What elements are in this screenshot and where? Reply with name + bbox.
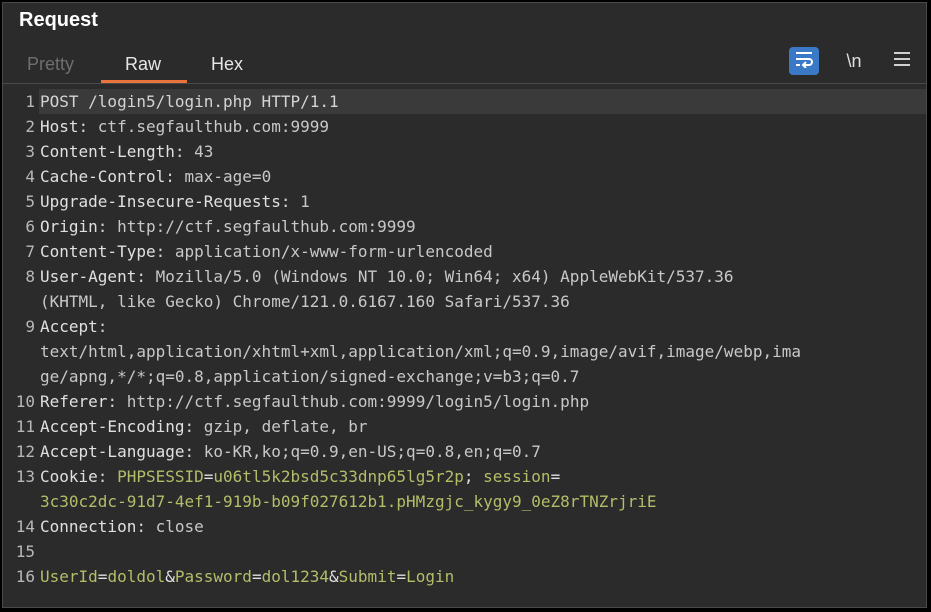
request-line: POST /login5/login.php HTTP/1.1: [40, 92, 339, 111]
header-name: Accept: [40, 317, 98, 336]
param-name: Submit: [338, 567, 397, 586]
line-number: 1: [25, 92, 35, 111]
header-value: 1: [300, 192, 310, 211]
wrap-lines-button[interactable]: [789, 47, 819, 75]
editor-line: 6 Origin: http://ctf.segfaulthub.com:999…: [3, 214, 926, 239]
line-number: 2: [25, 117, 35, 136]
header-value: ko-KR,ko;q=0.9,en-US;q=0.8,en;q=0.7: [203, 442, 541, 461]
cookie-value: u06tl5k2bsd5c33dnp65lg5r2p: [213, 467, 464, 486]
param-value: doldol: [107, 567, 166, 586]
header-name: Connection: [40, 517, 137, 536]
editor-line-wrapped: ge/apng,*/*;q=0.8,application/signed-exc…: [3, 364, 926, 389]
header-value: 43: [194, 142, 214, 161]
editor-line: 1 POST /login5/login.php HTTP/1.1: [3, 89, 926, 114]
header-name: Upgrade-Insecure-Requests: [40, 192, 281, 211]
cookie-name: PHPSESSID: [117, 467, 204, 486]
request-panel: Request Pretty Raw Hex \n 1 POST /login5…: [2, 2, 927, 608]
header-value: Mozilla/5.0 (Windows NT 10.0; Win64; x64…: [155, 267, 734, 286]
editor-line: 12 Accept-Language: ko-KR,ko;q=0.9,en-US…: [3, 439, 926, 464]
line-number: 6: [25, 217, 35, 236]
param-name: Password: [174, 567, 252, 586]
editor-line: 16 UserId=doldol&Password=dol1234&Submit…: [3, 564, 926, 589]
line-number: 4: [25, 167, 35, 186]
editor-line: 10 Referer: http://ctf.segfaulthub.com:9…: [3, 389, 926, 414]
line-number: 12: [15, 442, 35, 461]
header-value-continued: (KHTML, like Gecko) Chrome/121.0.6167.16…: [40, 292, 570, 311]
tab-hex[interactable]: Hex: [211, 54, 243, 75]
header-value: gzip, deflate, br: [203, 417, 368, 436]
hamburger-menu-icon: [893, 51, 911, 72]
tab-pretty[interactable]: Pretty: [27, 54, 74, 75]
view-tabs: Pretty Raw Hex: [3, 47, 926, 83]
header-name: Host: [40, 117, 79, 136]
editor-line: 13 Cookie: PHPSESSID=u06tl5k2bsd5c33dnp6…: [3, 464, 926, 489]
line-number: 11: [15, 417, 35, 436]
editor-line: 9 Accept:: [3, 314, 926, 339]
line-number: 10: [15, 392, 35, 411]
editor-line: 8 User-Agent: Mozilla/5.0 (Windows NT 10…: [3, 264, 926, 289]
line-number: 13: [15, 467, 35, 486]
line-number: 8: [25, 267, 35, 286]
line-number: 7: [25, 242, 35, 261]
tab-raw[interactable]: Raw: [125, 54, 161, 75]
options-menu-button[interactable]: [890, 47, 914, 75]
editor-line: 3 Content-Length: 43: [3, 139, 926, 164]
header-value: ctf.segfaulthub.com:9999: [97, 117, 329, 136]
header-name: Content-Length: [40, 142, 175, 161]
header-value: close: [155, 517, 204, 536]
line-number: 15: [15, 542, 35, 561]
editor-line: 2 Host: ctf.segfaulthub.com:9999: [3, 114, 926, 139]
line-number: 3: [25, 142, 35, 161]
editor-line: 11 Accept-Encoding: gzip, deflate, br: [3, 414, 926, 439]
editor-line: 4 Cache-Control: max-age=0: [3, 164, 926, 189]
panel-title: Request: [19, 9, 98, 31]
editor-line: 15: [3, 539, 926, 564]
header-value: http://ctf.segfaulthub.com:9999/login5/l…: [126, 392, 590, 411]
header-name: Referer: [40, 392, 108, 411]
param-value: Login: [406, 567, 455, 586]
header-name: Accept-Language: [40, 442, 185, 461]
editor-line-wrapped: (KHTML, like Gecko) Chrome/121.0.6167.16…: [3, 289, 926, 314]
header-value: http://ctf.segfaulthub.com:9999: [117, 217, 416, 236]
header-name: Cookie: [40, 467, 98, 486]
header-value: text/html,application/xhtml+xml,applicat…: [40, 342, 801, 361]
wrap-lines-icon: [794, 50, 814, 73]
line-number: 9: [25, 317, 35, 336]
show-newlines-button[interactable]: \n: [841, 47, 867, 75]
cookie-value: 3c30c2dc-91d7-4ef1-919b-b09f027612b1.pHM…: [40, 492, 657, 511]
editor-line: 14 Connection: close: [3, 514, 926, 539]
param-value: dol1234: [261, 567, 330, 586]
header-divider: [3, 83, 926, 84]
header-name: Content-Type: [40, 242, 156, 261]
editor-line-wrapped: 3c30c2dc-91d7-4ef1-919b-b09f027612b1.pHM…: [3, 489, 926, 514]
header-name: Cache-Control: [40, 167, 166, 186]
editor-line-wrapped: text/html,application/xhtml+xml,applicat…: [3, 339, 926, 364]
editor-line: 5 Upgrade-Insecure-Requests: 1: [3, 189, 926, 214]
header-name: Accept-Encoding: [40, 417, 185, 436]
line-number: 14: [15, 517, 35, 536]
header-value: application/x-www-form-urlencoded: [174, 242, 493, 261]
header-name: Origin: [40, 217, 98, 236]
header-value: max-age=0: [184, 167, 272, 186]
line-number: 16: [15, 567, 35, 586]
line-number: 5: [25, 192, 35, 211]
cookie-name: session: [483, 467, 551, 486]
header-name: User-Agent: [40, 267, 137, 286]
param-name: UserId: [40, 567, 98, 586]
editor-line: 7 Content-Type: application/x-www-form-u…: [3, 239, 926, 264]
header-value-continued: ge/apng,*/*;q=0.8,application/signed-exc…: [40, 367, 580, 386]
